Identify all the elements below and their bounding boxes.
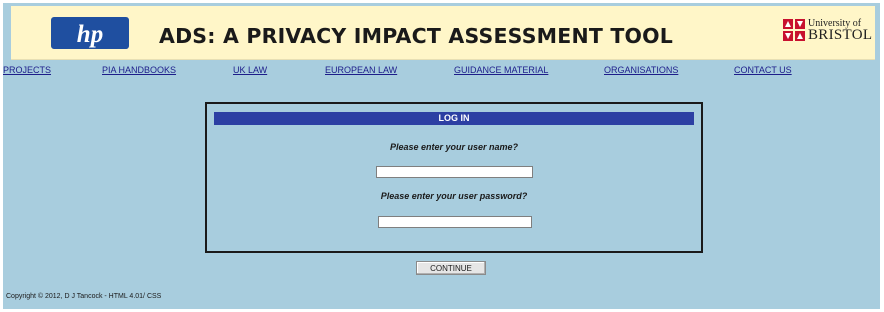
nav-link-pia-handbooks[interactable]: PIA HANDBOOKS [102,65,176,75]
nav-link-european-law[interactable]: EUROPEAN LAW [325,65,397,75]
login-heading: LOG IN [214,112,694,125]
copyright-footer: Copyright © 2012, D J Tancock - HTML 4.0… [6,293,162,300]
username-prompt: Please enter your user name? [389,142,519,152]
username-input[interactable] [376,166,533,178]
nav-link-organisations[interactable]: ORGANISATIONS [604,65,678,75]
login-form: LOG IN Please enter your user name? Plea… [205,102,703,253]
hp-logo-text: hp [77,21,103,48]
nav-link-guidance-material[interactable]: GUIDANCE MATERIAL [454,65,548,75]
header-banner: hp ADS: A PRIVACY IMPACT ASSESSMENT TOOL… [11,6,875,60]
continue-button[interactable]: CONTINUE [416,261,486,275]
page: hp ADS: A PRIVACY IMPACT ASSESSMENT TOOL… [3,3,880,309]
password-prompt: Please enter your user password? [380,191,528,201]
university-logo: University of BRISTOL [783,17,873,47]
password-input[interactable] [378,216,532,228]
bristol-crest-icon [783,19,805,41]
nav-link-uk-law[interactable]: UK LAW [233,65,267,75]
hp-logo: hp [51,17,129,49]
page-title: ADS: A PRIVACY IMPACT ASSESSMENT TOOL [159,24,674,48]
university-line2: BRISTOL [808,27,873,43]
nav-link-contact-us[interactable]: CONTACT US [734,65,792,75]
nav-link-projects[interactable]: PROJECTS [3,65,51,75]
